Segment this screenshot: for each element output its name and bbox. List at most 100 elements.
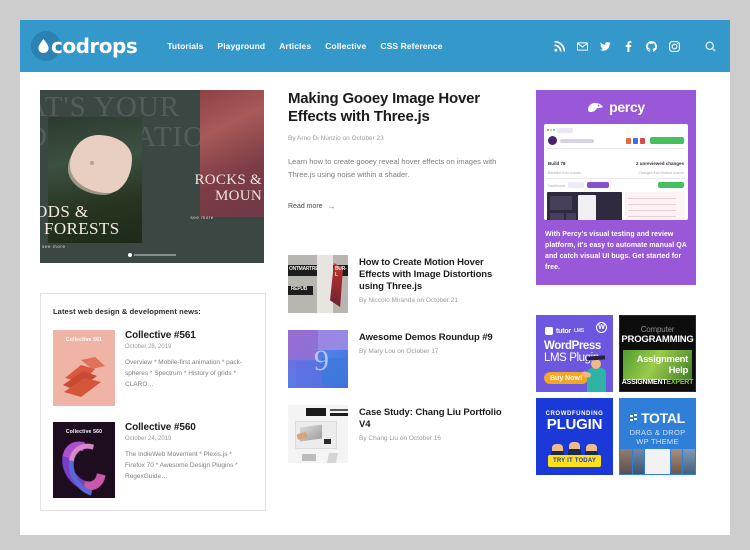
photo-block-3 [330, 413, 348, 416]
crowdfunding-line1: CROWDFUNDING [545, 411, 604, 417]
percy-header: percy [536, 90, 696, 124]
twitter-icon[interactable] [599, 40, 611, 52]
email-icon[interactable] [576, 40, 588, 52]
water-drop-icon [38, 39, 49, 53]
nav-item-tutorials[interactable]: Tutorials [167, 41, 203, 51]
gooey-blob-shape [70, 135, 132, 193]
news-title[interactable]: Collective #560 [125, 422, 253, 433]
assignment-brand-b: EXPERT [666, 379, 694, 386]
article-title[interactable]: How to Create Motion Hover Effects with … [359, 257, 514, 293]
crowdfunding-cta-button[interactable]: TRY IT TODAY [548, 455, 601, 467]
sidebar-ads-column: percy Build 78 Baseline from master 2 un… [514, 90, 696, 511]
student-illustration-icon [581, 355, 610, 392]
collective-560-thumbnail[interactable]: Collective 560 [53, 422, 115, 498]
screenshot-account-row [547, 136, 685, 145]
article-body: How to Create Motion Hover Effects with … [359, 255, 514, 313]
total-logo-icon [630, 413, 638, 423]
site-logo[interactable]: codrops [31, 31, 138, 61]
hero-forests-see-more[interactable]: see more [42, 244, 66, 249]
screenshot-browser-bar [547, 127, 685, 133]
hero-rocks-see-more[interactable]: see more [190, 215, 214, 220]
screenshot-toggle-off [568, 182, 585, 188]
percy-ad-copy: With Percy's visual testing and review p… [545, 231, 687, 271]
featured-article-title[interactable]: Making Gooey Image Hover Effects with Th… [288, 90, 514, 126]
total-photo-strip [619, 449, 696, 475]
list-item[interactable]: Collective 561 Collective #561 October 2… [53, 330, 253, 406]
screenshot-status-icons [626, 137, 645, 144]
ad-total-wp-theme[interactable]: TOTAL DRAG & DROP WP THEME [619, 398, 696, 475]
collective-560-thumb-label: Collective 560 [65, 429, 103, 435]
hero-slider[interactable]: AT'S YOUR DESTINATION ROCKS & MOUN see m… [40, 90, 264, 263]
poster-white-tile [317, 255, 333, 313]
screenshot-changes-col: 2 unreviewed changes Changes from featur… [636, 152, 684, 175]
hero-pagination-bar[interactable] [134, 254, 176, 256]
poster-text-3: RÉPUB [291, 286, 308, 292]
news-date: October 24, 2019 [125, 436, 172, 442]
photo-block-2 [330, 409, 348, 411]
assignment-brand-a: ASSIGNMENT [621, 379, 667, 386]
screenshot-baseline-label: Baseline from master [548, 171, 582, 175]
tutor-logo-icon [545, 327, 553, 335]
search-icon[interactable] [704, 40, 716, 52]
hero-slide-forests-title: ODS & FORESTS [40, 203, 120, 237]
percy-product-screenshot: Build 78 Baseline from master 2 unreview… [544, 124, 688, 220]
folded-paper-shape-icon [63, 357, 105, 397]
table-row[interactable]: 9 Awesome Demos Roundup #9 By Mary Lou o… [288, 330, 514, 388]
article-thumbnail-portfolio[interactable] [288, 405, 348, 463]
nav-item-collective[interactable]: Collective [325, 41, 366, 51]
total-line3: WP THEME [636, 437, 679, 446]
hero-pagination[interactable] [128, 253, 176, 257]
screenshot-compare-panes [547, 192, 685, 220]
list-item[interactable]: Collective 560 Collective #560 October 2… [53, 422, 253, 498]
article-byline: By Chang Liu on October 16 [359, 435, 442, 442]
nav-item-playground[interactable]: Playground [217, 41, 265, 51]
total-brand-name: TOTAL [641, 410, 685, 426]
article-title[interactable]: Case Study: Chang Liu Portfolio V4 [359, 407, 514, 431]
nav-item-css-reference[interactable]: CSS Reference [380, 41, 442, 51]
assignment-line4: Help [668, 365, 689, 376]
hero-forests-line2: FORESTS [44, 219, 120, 238]
tutor-headline-lms: LMS [544, 352, 567, 364]
news-title[interactable]: Collective #561 [125, 330, 253, 341]
article-title[interactable]: Awesome Demos Roundup #9 [359, 332, 514, 344]
screenshot-toggle-on [587, 182, 610, 188]
instagram-icon[interactable] [668, 40, 680, 52]
screenshot-tab [557, 127, 573, 133]
ad-assignment-expert[interactable]: Computer PROGRAMMING Assignment Help ASS… [619, 315, 696, 392]
logo-text: codrops [51, 34, 138, 58]
facebook-icon[interactable] [622, 40, 634, 52]
read-more-link[interactable]: Read more → [288, 202, 336, 211]
screenshot-build-col: Build 78 Baseline from master [548, 152, 581, 175]
ad-tutor-lms[interactable]: tutor LMS W WordPress LMS Plugin Buy Now… [536, 315, 613, 392]
table-row[interactable]: Case Study: Chang Liu Portfolio V4 By Ch… [288, 405, 514, 463]
header-social-bar [553, 40, 716, 52]
hero-rocks-line1: ROCKS & [194, 172, 262, 188]
percy-advertisement[interactable]: percy Build 78 Baseline from master 2 un… [536, 90, 696, 285]
featured-article-excerpt: Learn how to create gooey reveal hover e… [288, 157, 497, 179]
divider [547, 178, 685, 179]
hero-pagination-dot-active[interactable] [128, 253, 132, 257]
assignment-line1: Computer [640, 325, 675, 334]
screenshot-account-label [560, 138, 594, 143]
github-icon[interactable] [645, 40, 657, 52]
collage-number: 9 [314, 344, 329, 377]
browser-viewport: codrops Tutorials Playground Articles Co… [20, 20, 730, 535]
traffic-light-dots-icon [547, 129, 555, 131]
article-thumbnail-montmartre[interactable]: ONTMARTRE BUR-L RÉPUB [288, 255, 348, 313]
article-thumbnail-demos-roundup[interactable]: 9 [288, 330, 348, 388]
rss-icon[interactable] [553, 40, 565, 52]
ad-crowdfunding-plugin[interactable]: CROWDFUNDING PLUGIN TRY IT TODAY [536, 398, 613, 475]
avatar [548, 136, 557, 145]
collective-561-thumbnail[interactable]: Collective 561 [53, 330, 115, 406]
news-excerpt: Overview * Mobile-first animation * pack… [125, 359, 243, 388]
page-bottom-spacer [20, 511, 730, 535]
photo-dot [324, 439, 331, 444]
page-content: AT'S YOUR DESTINATION ROCKS & MOUN see m… [20, 72, 730, 511]
nav-item-articles[interactable]: Articles [279, 41, 311, 51]
assignment-brand-footer: ASSIGNMENTEXPERT [620, 379, 695, 386]
tutor-brand-name: tutor [556, 327, 571, 335]
collective-561-body: Collective #561 October 28, 2019 Overvie… [125, 330, 253, 406]
screenshot-build-label: Build 78 [548, 161, 566, 166]
table-row[interactable]: ONTMARTRE BUR-L RÉPUB How to Create Moti… [288, 255, 514, 313]
news-date: October 28, 2019 [125, 344, 172, 350]
